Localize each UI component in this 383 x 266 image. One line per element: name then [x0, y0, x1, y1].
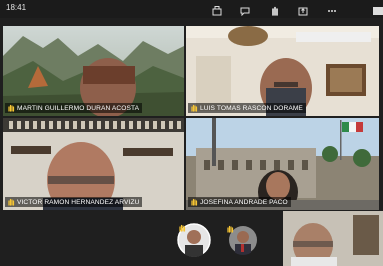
- participant-name-tag: LUIS TOMAS RASCON DORAME: [188, 103, 306, 113]
- participant-tile-4[interactable]: JOSEFINA ANDRADE PACO: [186, 118, 379, 210]
- participant-tile-1[interactable]: MARTIN GUILLERMO DURAN ACOSTA: [3, 26, 184, 116]
- self-view-tile[interactable]: [283, 211, 383, 266]
- reactions-icon[interactable]: [212, 3, 222, 16]
- participant-tile-2[interactable]: LUIS TOMAS RASCON DORAME: [186, 26, 379, 116]
- share-icon[interactable]: [298, 3, 308, 16]
- raised-hand-icon: [226, 225, 234, 233]
- participant-name: LUIS TOMAS RASCON DORAME: [200, 104, 303, 112]
- participant-name: JOSEFINA ANDRADE PACO: [200, 198, 288, 206]
- chat-icon[interactable]: [240, 3, 250, 17]
- participant-name-tag: VICTOR RAMON HERNANDEZ ARVIZU: [5, 197, 143, 207]
- participant-name: VICTOR RAMON HERNANDEZ ARVIZU: [17, 198, 140, 206]
- participant-name-tag: JOSEFINA ANDRADE PACO: [188, 197, 291, 207]
- participant-tile-3[interactable]: VICTOR RAMON HERNANDEZ ARVIZU: [3, 118, 184, 210]
- raised-hand-icon: [190, 198, 198, 206]
- participant-name: MARTIN GUILLERMO DURAN ACOSTA: [17, 104, 140, 112]
- raised-hand-icon: [178, 224, 186, 232]
- leave-icon[interactable]: [371, 3, 383, 15]
- raised-hand-icon: [7, 104, 15, 112]
- more-icon[interactable]: [327, 3, 337, 13]
- clock: 18:41: [6, 3, 27, 12]
- meeting-toolbar: 18:41: [0, 0, 383, 18]
- raise-hand-icon[interactable]: [270, 3, 280, 16]
- raised-hand-icon: [190, 104, 198, 112]
- raised-hand-icon: [7, 198, 15, 206]
- participant-name-tag: MARTIN GUILLERMO DURAN ACOSTA: [5, 103, 143, 113]
